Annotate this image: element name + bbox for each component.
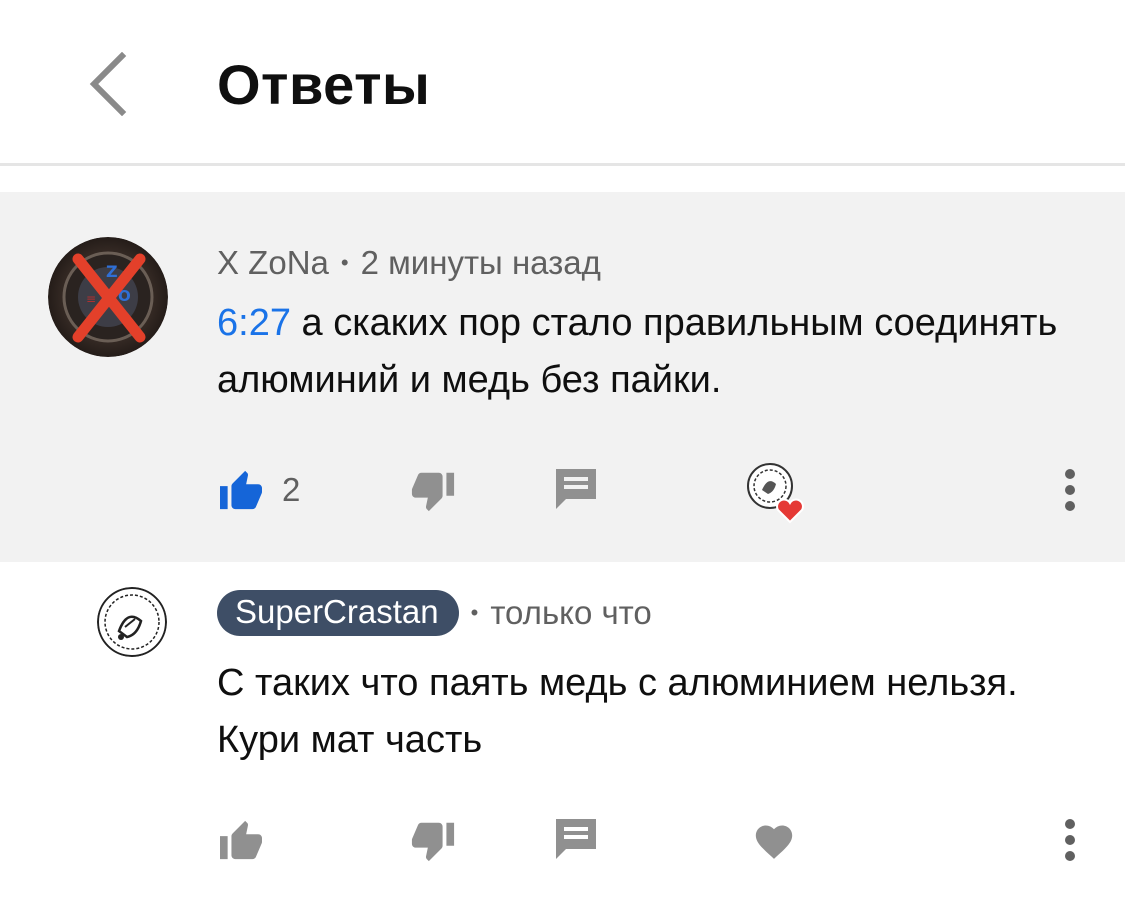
avatar-image: Z O ≡ (48, 237, 168, 357)
svg-text:Z: Z (106, 262, 118, 281)
app-header: Ответы (0, 0, 1125, 166)
more-vert-icon (1065, 469, 1075, 511)
comment-actions: 2 (0, 460, 1125, 524)
highlighted-comment: Z O ≡ X ZoNa • 2 минуты назад 6:27 а ска… (0, 192, 1125, 562)
separator-dot: • (470, 600, 479, 625)
thumb-down-icon (411, 472, 455, 512)
like-count: 2 (282, 471, 301, 508)
thumb-down-icon (411, 822, 455, 862)
dislike-button[interactable] (408, 460, 458, 520)
comment-time: только что (490, 594, 652, 631)
comment-text: С таких что паять медь с алюминием нельз… (217, 662, 1018, 761)
author-name-chip[interactable]: SuperCrastan (217, 590, 459, 636)
heart-button[interactable] (751, 810, 797, 870)
thumb-up-icon (220, 820, 262, 860)
comment-body: а скаких пор стало правильным соединять … (217, 302, 1058, 401)
page-title: Ответы (217, 53, 431, 116)
reply-icon (556, 819, 596, 859)
heart-icon (755, 825, 793, 859)
avatar[interactable]: Z O ≡ (48, 237, 168, 357)
more-options-button[interactable] (1052, 810, 1088, 870)
reply-button[interactable] (553, 810, 599, 870)
avatar-image (97, 587, 167, 657)
comment-meta: SuperCrastan • только что (217, 590, 652, 636)
author-name[interactable]: X ZoNa (217, 244, 329, 282)
reply-icon (556, 469, 596, 509)
comment-time: 2 минуты назад (360, 244, 601, 281)
reply-button[interactable] (553, 460, 599, 520)
more-options-button[interactable] (1052, 460, 1088, 520)
reply-comment: SuperCrastan • только что С таких что па… (0, 562, 1125, 911)
creator-heart-badge (742, 460, 808, 526)
creator-heart-icon (747, 463, 804, 524)
more-vert-icon (1065, 819, 1075, 861)
like-button[interactable] (214, 810, 268, 870)
back-button[interactable] (76, 48, 140, 120)
timestamp-link[interactable]: 6:27 (217, 302, 291, 344)
dislike-button[interactable] (408, 810, 458, 870)
comment-actions (0, 810, 1125, 870)
avatar[interactable] (97, 587, 167, 657)
chevron-left-icon (89, 52, 127, 116)
comment-meta: X ZoNa • 2 минуты назад (217, 242, 601, 284)
like-button[interactable] (214, 460, 268, 520)
svg-text:≡: ≡ (86, 292, 96, 306)
thumb-up-icon (220, 470, 262, 510)
separator-dot: • (340, 250, 349, 275)
comment-text: 6:27 а скаких пор стало правильным соеди… (217, 295, 1077, 409)
